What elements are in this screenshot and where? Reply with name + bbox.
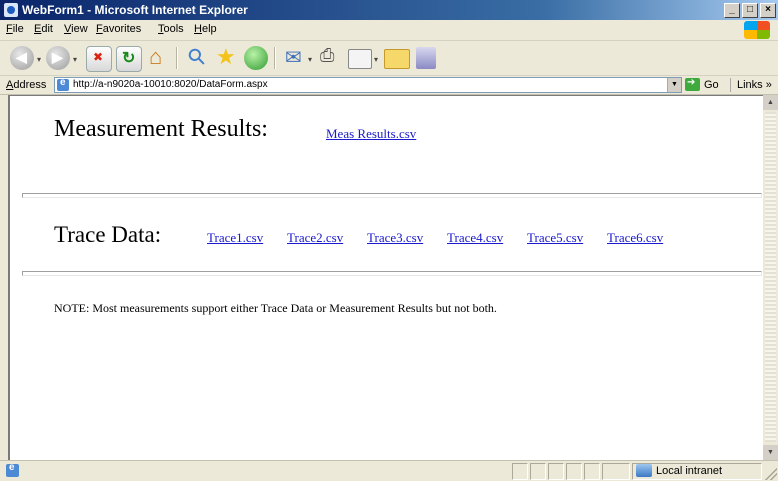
address-url[interactable]: http://a-n9020a-10010:8020/DataForm.aspx bbox=[73, 79, 268, 90]
menu-edit[interactable]: Edit bbox=[34, 23, 53, 35]
menu-bar: File Edit View Favorites Tools Help bbox=[0, 20, 778, 41]
vertical-scrollbar[interactable]: ▲ ▼ bbox=[763, 95, 778, 460]
horizontal-rule bbox=[22, 271, 762, 276]
trace3-link[interactable]: Trace3.csv bbox=[367, 230, 423, 246]
mail-dropdown-icon[interactable]: ▾ bbox=[308, 55, 312, 64]
resize-grip[interactable] bbox=[765, 468, 777, 480]
maximize-button[interactable]: □ bbox=[742, 3, 758, 18]
scroll-up-icon[interactable]: ▲ bbox=[763, 95, 778, 110]
scroll-down-icon[interactable]: ▼ bbox=[763, 445, 778, 460]
edit-icon[interactable] bbox=[348, 49, 372, 69]
trace2-link[interactable]: Trace2.csv bbox=[287, 230, 343, 246]
stop-icon[interactable] bbox=[86, 46, 112, 72]
history-icon[interactable] bbox=[244, 46, 268, 70]
menu-view[interactable]: View bbox=[64, 23, 88, 35]
status-cell bbox=[512, 463, 528, 480]
edit-dropdown-icon[interactable]: ▾ bbox=[374, 55, 378, 64]
address-input[interactable]: http://a-n9020a-10010:8020/DataForm.aspx… bbox=[54, 77, 682, 93]
back-dropdown-icon[interactable]: ▾ bbox=[37, 55, 41, 64]
favorites-star-icon[interactable] bbox=[214, 44, 238, 70]
go-button[interactable]: Go bbox=[704, 79, 719, 91]
status-bar: Local intranet bbox=[0, 460, 778, 481]
status-cell bbox=[548, 463, 564, 480]
forward-dropdown-icon[interactable]: ▾ bbox=[73, 55, 77, 64]
toolbar-separator bbox=[176, 47, 178, 69]
menu-file[interactable]: File bbox=[6, 23, 24, 35]
folder-icon[interactable] bbox=[384, 49, 410, 69]
status-cell bbox=[566, 463, 582, 480]
search-icon[interactable] bbox=[184, 46, 208, 70]
measurement-results-heading: Measurement Results: bbox=[54, 116, 268, 142]
horizontal-rule bbox=[22, 193, 762, 198]
window-controls: _ □ × bbox=[724, 3, 776, 18]
links-separator bbox=[730, 78, 731, 92]
print-icon[interactable] bbox=[316, 45, 340, 70]
minimize-button[interactable]: _ bbox=[724, 3, 740, 18]
refresh-icon[interactable] bbox=[116, 46, 142, 72]
trace1-link[interactable]: Trace1.csv bbox=[207, 230, 263, 246]
window-title: WebForm1 - Microsoft Internet Explorer bbox=[22, 3, 248, 17]
toolbar-separator bbox=[274, 47, 276, 69]
address-dropdown-icon[interactable]: ▼ bbox=[667, 78, 681, 92]
page-icon bbox=[57, 77, 69, 91]
local-intranet-icon bbox=[636, 464, 652, 477]
status-page-icon bbox=[6, 462, 19, 477]
forward-button-icon[interactable] bbox=[46, 46, 70, 70]
page-content: Measurement Results: Meas Results.csv Tr… bbox=[8, 95, 765, 461]
scrollbar-thumb[interactable] bbox=[765, 112, 776, 442]
trace5-link[interactable]: Trace5.csv bbox=[527, 230, 583, 246]
meas-results-link[interactable]: Meas Results.csv bbox=[326, 126, 416, 142]
address-bar: Address http://a-n9020a-10010:8020/DataF… bbox=[0, 76, 778, 95]
mail-icon[interactable] bbox=[282, 45, 306, 70]
windows-logo-icon bbox=[744, 21, 770, 39]
trace6-link[interactable]: Trace6.csv bbox=[607, 230, 663, 246]
status-cell bbox=[602, 463, 630, 480]
back-button-icon[interactable] bbox=[10, 46, 34, 70]
links-button[interactable]: Links » bbox=[737, 79, 772, 91]
address-label: Address bbox=[6, 79, 47, 91]
title-bar[interactable]: WebForm1 - Microsoft Internet Explorer _… bbox=[0, 0, 778, 20]
trace-data-heading: Trace Data: bbox=[54, 222, 162, 247]
home-icon[interactable] bbox=[146, 44, 170, 70]
status-cell bbox=[530, 463, 546, 480]
trace4-link[interactable]: Trace4.csv bbox=[447, 230, 503, 246]
standard-toolbar: ▾ ▾ ▾ ▾ bbox=[0, 41, 778, 76]
research-icon[interactable] bbox=[416, 47, 436, 69]
zone-label: Local intranet bbox=[656, 465, 723, 477]
close-button[interactable]: × bbox=[760, 3, 776, 18]
menu-favorites[interactable]: Favorites bbox=[96, 23, 141, 35]
note-text: NOTE: Most measurements support either T… bbox=[54, 301, 497, 315]
go-arrow-icon[interactable] bbox=[685, 77, 700, 91]
browser-window: WebForm1 - Microsoft Internet Explorer _… bbox=[0, 0, 778, 481]
ie-app-icon bbox=[4, 3, 18, 17]
menu-help[interactable]: Help bbox=[194, 23, 217, 35]
menu-tools[interactable]: Tools bbox=[158, 23, 184, 35]
status-cell bbox=[584, 463, 600, 480]
